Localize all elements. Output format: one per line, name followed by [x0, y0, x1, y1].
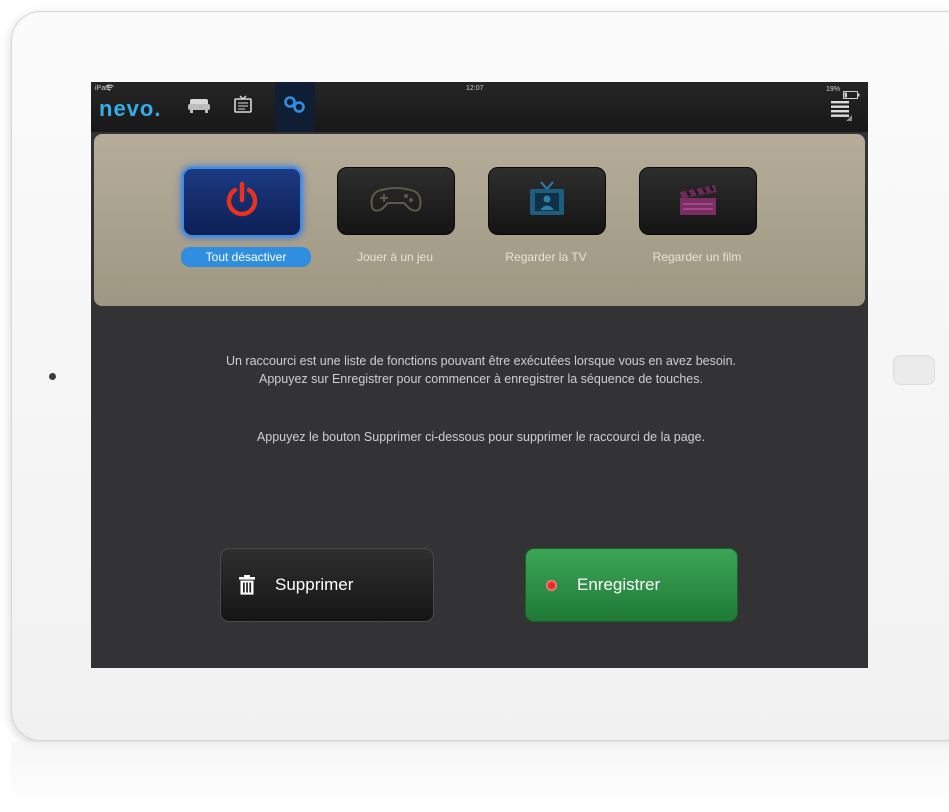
shortcut-description: Un raccourci est une liste de fonctions …: [225, 354, 737, 386]
record-dot-icon: [546, 579, 557, 591]
gamepad-icon: [368, 183, 424, 220]
record-button-label: Enregistrer: [577, 575, 661, 594]
power-icon: [222, 180, 262, 225]
activity-label-tv: Regarder la TV: [505, 250, 587, 264]
activity-tile-power-off[interactable]: [179, 164, 302, 237]
tv-icon: [527, 180, 567, 223]
delete-instruction: Appuyez le bouton Supprimer ci-dessous p…: [256, 430, 706, 444]
activity-button[interactable]: [639, 167, 757, 235]
activity-tile-movie[interactable]: [636, 164, 758, 236]
status-time: 12:07: [466, 85, 484, 92]
delete-button[interactable]: Supprimer: [220, 548, 434, 622]
activity-button[interactable]: [488, 167, 606, 235]
record-button[interactable]: Enregistrer: [525, 548, 738, 622]
activity-label-movie: Regarder un film: [652, 250, 742, 264]
shortcut-icon: [284, 95, 306, 119]
menu-icon: [830, 101, 852, 125]
trash-icon: [239, 575, 255, 595]
front-camera: [49, 373, 56, 380]
battery-percent: 19%: [826, 86, 841, 93]
menu-button[interactable]: [830, 99, 852, 126]
app-screen: iPad 12:07 19% nevo. Tout désactiver Jou…: [91, 82, 868, 668]
ipad-reflection: [11, 742, 949, 812]
sofa-icon: [187, 96, 211, 119]
wifi-icon: [105, 84, 114, 93]
activity-label-power-off: Tout désactiver: [181, 247, 311, 267]
nav-tab-guide[interactable]: [223, 82, 263, 132]
activity-label-game: Jouer à un jeu: [356, 250, 434, 264]
activity-tile-game[interactable]: [334, 164, 456, 236]
activity-button[interactable]: [337, 167, 455, 235]
clapperboard-icon: [677, 182, 719, 221]
activity-button[interactable]: [182, 167, 302, 237]
nav-tab-rooms[interactable]: [179, 82, 219, 132]
nav-tab-shortcuts[interactable]: [275, 82, 315, 132]
nevo-logo: nevo.: [99, 96, 162, 121]
tv-guide-icon: [233, 95, 253, 120]
delete-button-label: Supprimer: [275, 575, 354, 594]
top-bar: iPad 12:07 19% nevo.: [91, 82, 868, 132]
activity-tile-tv[interactable]: [485, 164, 607, 236]
activity-panel: Tout désactiver Jouer à un jeu Regarder …: [94, 134, 865, 306]
home-button[interactable]: [893, 355, 935, 385]
